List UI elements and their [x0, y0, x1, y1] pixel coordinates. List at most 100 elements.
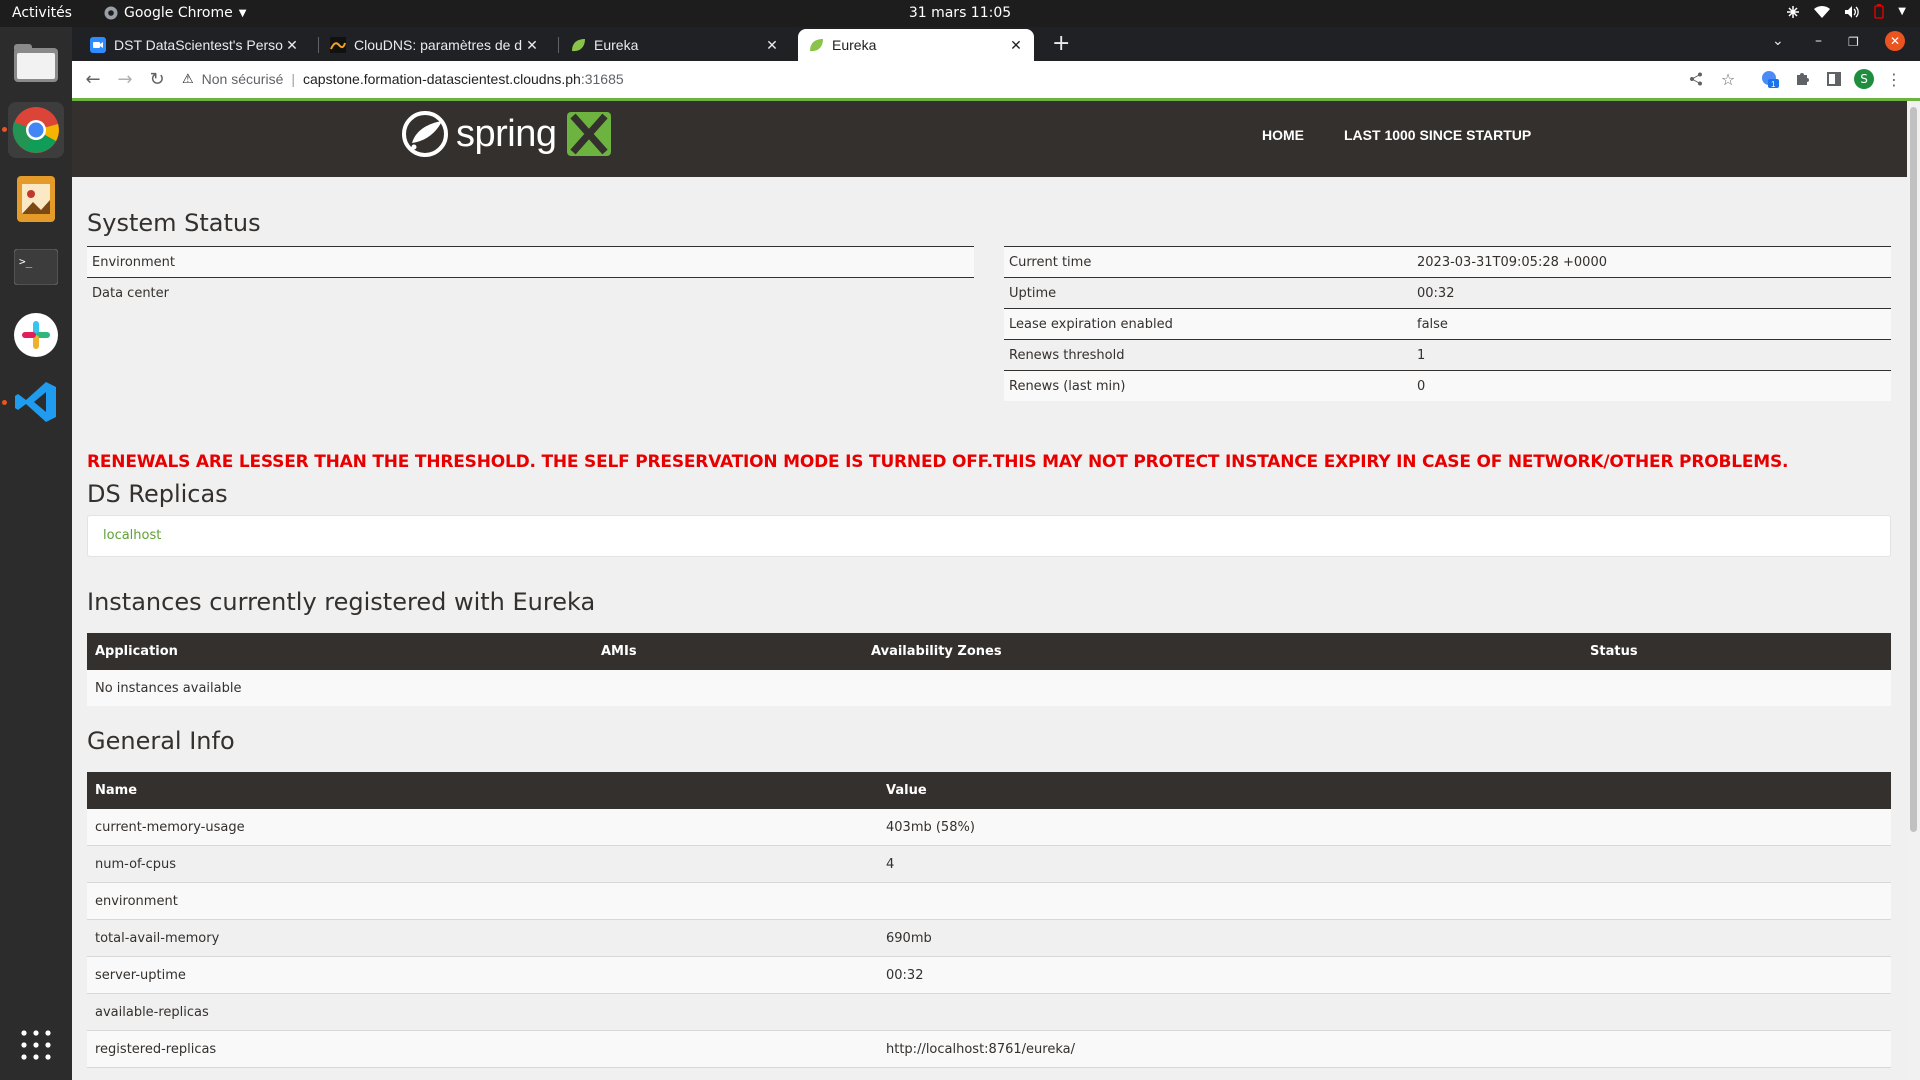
minimize-icon[interactable]: –	[1815, 33, 1822, 49]
spring-eureka-logo[interactable]: spring	[402, 111, 611, 157]
info-name-cell: current-memory-usage	[87, 809, 878, 846]
status-value-cell: false	[1412, 308, 1891, 340]
spring-swirl-icon	[402, 111, 448, 157]
system-status-right-table: Current time 2023-03-31T09:05:28 +0000 U…	[1004, 246, 1891, 401]
profile-avatar[interactable]: S	[1854, 69, 1874, 89]
close-tab-icon[interactable]: ✕	[1008, 37, 1024, 54]
chrome-window: DST DataScientest's Perso ✕ ClouDNS: par…	[72, 27, 1920, 1080]
cloudns-icon	[330, 37, 346, 53]
image-viewer-app-icon[interactable]	[8, 171, 64, 227]
warning-triangle-icon: ⚠	[182, 71, 194, 86]
column-header: Availability Zones	[863, 633, 1582, 670]
self-preservation-warning: RENEWALS ARE LESSER THAN THE THRESHOLD. …	[87, 452, 1789, 472]
tab-datascientest[interactable]: DST DataScientest's Perso ✕	[80, 29, 310, 61]
table-row: environment	[87, 882, 1891, 920]
table-row: available-replicas	[87, 993, 1891, 1031]
status-value-cell: 1	[1412, 339, 1891, 371]
page-scrollbar[interactable]	[1907, 101, 1920, 1080]
forward-arrow-icon[interactable]: →	[114, 68, 136, 90]
nav-home-link[interactable]: HOME	[1262, 127, 1304, 143]
profile-initial: S	[1854, 69, 1874, 89]
info-value-cell: 690mb	[878, 919, 1891, 957]
info-value-cell	[878, 993, 1891, 1031]
table-row: Renews (last min) 0	[1004, 370, 1891, 401]
table-row: Data center	[87, 277, 974, 308]
system-top-bar: Activités Google Chrome ▼ 31 mars 11:05 …	[0, 0, 1920, 27]
table-header-row: Application AMIs Availability Zones Stat…	[87, 633, 1891, 670]
table-row: num-of-cpus 4	[87, 845, 1891, 883]
spring-leaf-icon	[810, 39, 823, 52]
address-separator: |	[291, 71, 295, 87]
power-menu-chevron-icon: ▼	[1898, 6, 1906, 17]
tab-search-chevron-icon[interactable]: ⌄	[1772, 33, 1784, 49]
status-name-cell: Current time	[1004, 246, 1412, 278]
share-icon[interactable]	[1686, 69, 1706, 89]
tab-strip: DST DataScientest's Perso ✕ ClouDNS: par…	[72, 27, 1920, 61]
info-value-cell	[878, 882, 1891, 920]
url-host: capstone.formation-datascientest.cloudns…	[303, 71, 581, 87]
kebab-menu-icon[interactable]: ⋮	[1884, 69, 1904, 89]
vscode-app-icon[interactable]	[8, 374, 64, 430]
system-tray[interactable]: ▼	[1786, 4, 1906, 19]
table-header-row: Name Value	[87, 772, 1891, 809]
close-window-icon[interactable]: ✕	[1885, 31, 1905, 51]
security-label[interactable]: Non sécurisé	[202, 71, 284, 87]
show-apps-grid-icon[interactable]	[8, 1017, 64, 1073]
chrome-app-icon[interactable]	[8, 102, 64, 158]
bookmark-star-icon[interactable]: ☆	[1718, 69, 1738, 89]
restore-icon[interactable]: ❐	[1848, 35, 1859, 49]
table-row: registered-replicas http://localhost:876…	[87, 1030, 1891, 1068]
volume-icon	[1845, 5, 1860, 18]
info-value-cell: 00:32	[878, 956, 1891, 994]
table-row: current-memory-usage 403mb (58%)	[87, 809, 1891, 846]
table-row: No instances available	[87, 670, 1891, 706]
info-name-cell: registered-replicas	[87, 1030, 878, 1068]
replicas-list: localhost	[87, 515, 1891, 557]
status-name-cell: Renews (last min)	[1004, 370, 1412, 401]
dock: >_	[0, 27, 72, 1080]
table-row: Uptime 00:32	[1004, 277, 1891, 309]
files-app-icon[interactable]	[8, 35, 64, 91]
reload-icon[interactable]: ↻	[146, 68, 168, 90]
address-bar[interactable]: ⚠ Non sécurisé | capstone.formation-data…	[182, 64, 624, 94]
tab-cloudns[interactable]: ClouDNS: paramètres de d ✕	[320, 29, 550, 61]
new-tab-plus-icon[interactable]: +	[1052, 33, 1070, 55]
replica-link-localhost[interactable]: localhost	[103, 528, 161, 543]
clock[interactable]: 31 mars 11:05	[0, 5, 1920, 21]
scrollbar-thumb[interactable]	[1910, 107, 1917, 832]
info-name-cell: server-uptime	[87, 956, 878, 994]
column-header: Value	[878, 772, 1891, 809]
tab-title: Eureka	[594, 37, 639, 53]
close-tab-icon[interactable]: ✕	[284, 37, 300, 54]
instances-table: Application AMIs Availability Zones Stat…	[87, 633, 1891, 706]
info-value-cell: http://localhost:8761/eureka/	[878, 1030, 1891, 1068]
nav-last-1000-link[interactable]: LAST 1000 SINCE STARTUP	[1344, 127, 1531, 143]
close-tab-icon[interactable]: ✕	[764, 37, 780, 54]
tab-divider	[318, 37, 319, 53]
table-row: Renews threshold 1	[1004, 339, 1891, 371]
side-panel-icon[interactable]	[1824, 69, 1844, 89]
status-value-cell: 00:32	[1412, 277, 1891, 309]
terminal-app-icon[interactable]: >_	[8, 239, 64, 295]
tab-eureka-1[interactable]: Eureka ✕	[560, 29, 790, 61]
back-arrow-icon[interactable]: ←	[82, 68, 104, 90]
status-value-cell: 2023-03-31T09:05:28 +0000	[1412, 246, 1891, 278]
table-row: server-uptime 00:32	[87, 956, 1891, 994]
tab-title: DST DataScientest's Perso	[114, 37, 283, 53]
extensions-puzzle-icon[interactable]	[1792, 69, 1812, 89]
info-name-cell: environment	[87, 882, 878, 920]
status-value-cell	[447, 246, 974, 278]
extension-translate-icon[interactable]: 1	[1760, 69, 1780, 89]
brand-wordmark: spring	[456, 112, 557, 155]
close-tab-icon[interactable]: ✕	[524, 37, 540, 54]
page-viewport: spring HOME LAST 1000 SINCE STARTUP Syst…	[72, 101, 1907, 1080]
status-value-cell: 0	[1412, 370, 1891, 401]
status-name-cell: Environment	[87, 246, 447, 278]
tab-title: Eureka	[832, 37, 877, 53]
tab-eureka-active[interactable]: Eureka ✕	[798, 29, 1034, 61]
slack-app-icon[interactable]	[8, 307, 64, 363]
info-name-cell: num-of-cpus	[87, 845, 878, 883]
status-name-cell: Uptime	[1004, 277, 1412, 309]
video-chat-icon	[90, 37, 106, 53]
spring-leaf-icon	[572, 39, 585, 52]
